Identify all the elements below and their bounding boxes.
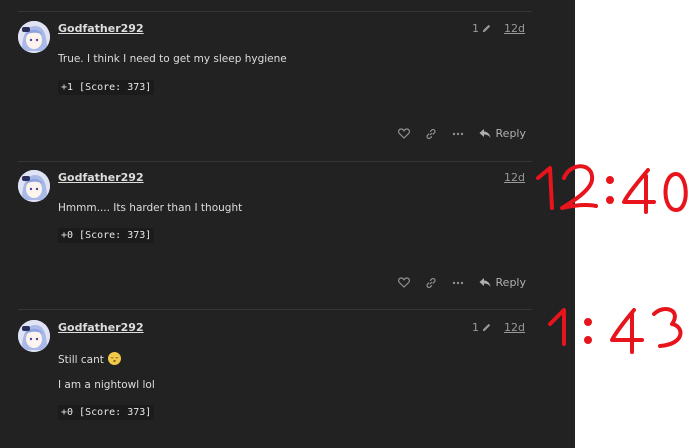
more-options-button[interactable] [452, 132, 464, 136]
post-divider [18, 161, 532, 162]
post-date[interactable]: 12d [504, 321, 525, 334]
avatar[interactable] [18, 21, 50, 53]
post-text: I am a nightowl lol [58, 379, 155, 391]
post-meta: 1 12d [472, 321, 525, 334]
post-text: True. I think I need to get my sleep hyg… [58, 53, 287, 65]
post-actions: Reply [397, 127, 526, 140]
username-link[interactable]: Godfather292 [58, 22, 144, 35]
topic-stream: Godfather292 1 12d True. I think I need … [0, 0, 575, 448]
reply-arrow-icon [479, 278, 491, 287]
like-button[interactable] [397, 277, 410, 288]
edit-count: 1 [472, 22, 480, 35]
reply-arrow-icon [479, 129, 491, 138]
heart-icon [397, 128, 410, 139]
ellipsis-icon [452, 281, 463, 284]
post-date[interactable]: 12d [504, 22, 525, 35]
edit-history-button[interactable]: 1 [472, 22, 492, 35]
post-meta: 1 12d [472, 22, 525, 35]
share-link-button[interactable] [425, 128, 437, 140]
pencil-icon [482, 24, 491, 33]
avatar[interactable] [18, 170, 50, 202]
reply-button[interactable]: Reply [479, 127, 526, 140]
more-options-button[interactable] [452, 281, 464, 285]
edit-count: 1 [472, 321, 480, 334]
post-divider [18, 11, 532, 12]
avatar[interactable] [18, 320, 50, 352]
username-link[interactable]: Godfather292 [58, 321, 144, 334]
score-code: +1 [Score: 373] [58, 80, 155, 95]
link-icon [426, 128, 436, 139]
edit-history-button[interactable]: 1 [472, 321, 492, 334]
handwritten-annotation [536, 164, 688, 354]
post-divider [18, 309, 532, 310]
score-code: +0 [Score: 373] [58, 405, 155, 420]
ellipsis-icon [452, 132, 463, 135]
reply-label: Reply [495, 127, 526, 140]
heart-icon [397, 277, 410, 288]
share-link-button[interactable] [425, 277, 437, 289]
reply-button[interactable]: Reply [479, 276, 526, 289]
like-button[interactable] [397, 128, 410, 139]
post-meta: 12d [496, 171, 525, 184]
post-date[interactable]: 12d [504, 171, 525, 184]
post-text-line: Still cant [58, 354, 104, 366]
score-code: +0 [Score: 373] [58, 228, 155, 243]
reply-label: Reply [495, 276, 526, 289]
pencil-icon [482, 323, 491, 332]
link-icon [426, 277, 436, 288]
post-text: Hmmm.... Its harder than I thought [58, 202, 243, 214]
sleepy-face-emoji [107, 352, 121, 365]
post-actions: Reply [397, 276, 526, 289]
username-link[interactable]: Godfather292 [58, 171, 144, 184]
post-text: Still cant [58, 352, 121, 366]
